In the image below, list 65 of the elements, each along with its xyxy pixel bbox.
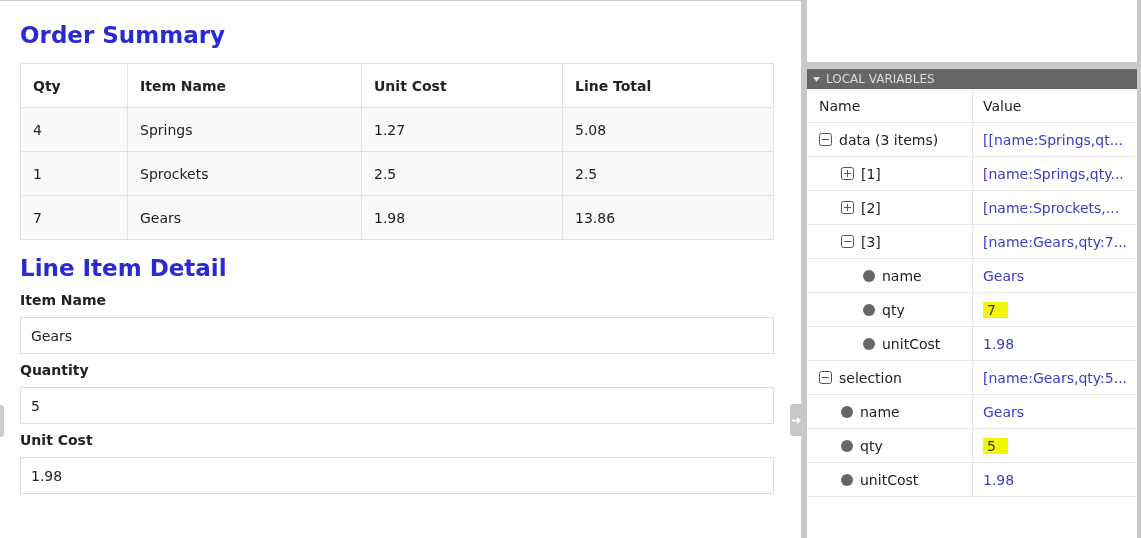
- collapse-icon[interactable]: [819, 133, 832, 146]
- variable-name: [2]: [861, 199, 881, 216]
- table-cell: Gears: [127, 195, 362, 240]
- expand-icon[interactable]: [841, 167, 854, 180]
- field-label: Quantity: [20, 362, 90, 378]
- splitter-handle[interactable]: [790, 404, 803, 436]
- input-field[interactable]: 5: [20, 387, 774, 424]
- variable-value: Gears: [983, 267, 1025, 284]
- bullet-icon: [863, 337, 875, 350]
- panel-title: LOCAL VARIABLES: [826, 72, 935, 86]
- bullet-icon: [863, 269, 875, 282]
- column-header: Item Name: [127, 63, 362, 108]
- panel-handle[interactable]: [0, 405, 4, 437]
- variable-value: 7: [983, 301, 1008, 318]
- table-cell: 7: [20, 195, 128, 240]
- variable-name: qty: [860, 437, 883, 454]
- table-cell: 1.27: [361, 107, 563, 152]
- variable-value: [name:Gears,qty:7...: [983, 233, 1128, 250]
- table-cell: 5.08: [562, 107, 774, 152]
- variable-name: [1]: [861, 165, 881, 182]
- table-cell: 1.98: [361, 195, 563, 240]
- expand-icon[interactable]: [841, 201, 854, 214]
- variable-name: data (3 items): [839, 131, 939, 148]
- field-label: Item Name: [20, 292, 108, 308]
- variable-value: 1.98: [983, 335, 1015, 352]
- variable-value: [name:Sprockets,...: [983, 199, 1120, 216]
- variable-name: [3]: [861, 233, 881, 250]
- collapse-icon[interactable]: [819, 371, 832, 384]
- input-field[interactable]: 1.98: [20, 457, 774, 494]
- variable-name: qty: [882, 301, 905, 318]
- bullet-icon: [841, 439, 853, 452]
- variable-value: [name:Springs,qty...: [983, 165, 1124, 182]
- bullet-icon: [863, 303, 875, 316]
- table-cell: 2.5: [361, 151, 563, 196]
- caret-down-icon: [813, 76, 820, 82]
- bullet-icon: [841, 473, 853, 486]
- variable-value: 5: [983, 437, 1008, 454]
- variable-value: Gears: [983, 403, 1025, 420]
- table-cell: Sprockets: [127, 151, 362, 196]
- table-cell: 2.5: [562, 151, 774, 196]
- variable-value: [[name:Springs,qt...: [983, 131, 1123, 148]
- collapse-icon[interactable]: [841, 235, 854, 248]
- column-header: Unit Cost: [361, 63, 563, 108]
- variable-name: selection: [839, 369, 902, 386]
- input-field[interactable]: Gears: [20, 317, 774, 354]
- section-heading: Line Item Detail: [20, 254, 228, 282]
- column-header: Line Total: [562, 63, 774, 108]
- variable-value: [name:Gears,qty:5...: [983, 369, 1128, 386]
- panel-header[interactable]: LOCAL VARIABLES: [807, 69, 1137, 89]
- bullet-icon: [841, 405, 853, 418]
- column-header: Qty: [20, 63, 128, 108]
- variable-name: name: [882, 267, 922, 284]
- right-arrow-icon: [792, 415, 801, 425]
- table-cell: 1: [20, 151, 128, 196]
- section-heading: Order Summary: [20, 21, 227, 49]
- variable-name: unitCost: [860, 471, 919, 488]
- variable-name: name: [860, 403, 900, 420]
- table-cell: 13.86: [562, 195, 774, 240]
- field-label: Unit Cost: [20, 432, 94, 448]
- column-header: Value: [983, 97, 1022, 114]
- variable-name: unitCost: [882, 335, 941, 352]
- table-cell: Springs: [127, 107, 362, 152]
- variable-value: 1.98: [983, 471, 1015, 488]
- table-cell: 4: [20, 107, 128, 152]
- column-header: Name: [819, 97, 861, 114]
